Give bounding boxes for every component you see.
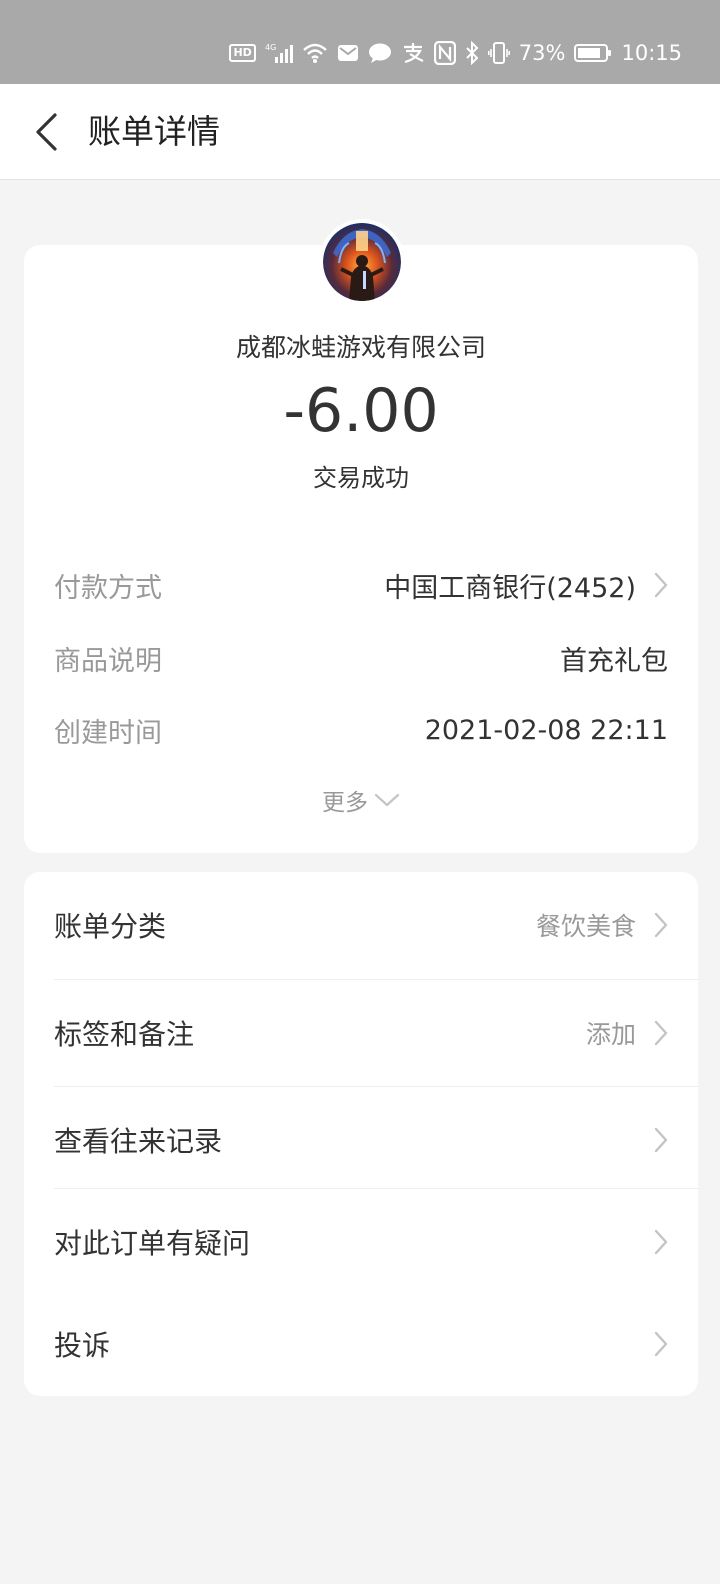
menu-label: 对此订单有疑问 [54, 1227, 251, 1260]
vibrate-icon [487, 41, 510, 65]
more-toggle[interactable]: 更多 [24, 783, 698, 817]
detail-label: 商品说明 [54, 645, 162, 677]
page-title: 账单详情 [88, 112, 220, 151]
chevron-right-icon [654, 572, 668, 598]
chevron-right-icon [654, 1331, 668, 1357]
chevron-right-icon [654, 912, 668, 938]
detail-label: 创建时间 [54, 717, 162, 749]
chevron-right-icon [654, 1229, 668, 1255]
divider [54, 1188, 698, 1189]
transaction-status: 交易成功 [313, 464, 409, 492]
nav-bar: 账单详情 [0, 84, 720, 180]
bill-category-row[interactable]: 账单分类 餐饮美食 [54, 895, 668, 955]
wifi-icon [302, 42, 328, 64]
status-bar: HD 4G 73% 10:15 [0, 0, 720, 84]
menu-label: 账单分类 [54, 910, 167, 943]
message-icon [368, 42, 392, 64]
created-time-row: 创建时间 2021-02-08 22:11 [54, 710, 668, 750]
divider [54, 979, 698, 980]
menu-value: 餐饮美食 [535, 912, 636, 941]
menu-label: 标签和备注 [54, 1018, 195, 1051]
menu-label: 投诉 [54, 1329, 111, 1362]
status-icons: HD 4G 73% 10:15 [229, 38, 682, 68]
detail-value: 2021-02-08 22:11 [424, 714, 668, 746]
back-arrow-icon [36, 113, 57, 151]
more-label: 更多 [322, 790, 368, 816]
bluetooth-icon [465, 41, 479, 65]
detail-value: 中国工商银行(2452) [384, 572, 636, 604]
view-records-row[interactable]: 查看往来记录 [54, 1110, 668, 1170]
product-description-row: 商品说明 首充礼包 [54, 638, 668, 678]
detail-label: 付款方式 [54, 572, 162, 604]
signal-4g-icon: 4G [265, 42, 293, 64]
chevron-right-icon [654, 1127, 668, 1153]
menu-value: 添加 [585, 1020, 636, 1049]
menu-label: 查看往来记录 [54, 1125, 223, 1158]
payment-method-row[interactable]: 付款方式 中国工商银行(2452) [54, 565, 668, 605]
detail-value: 首充礼包 [560, 645, 668, 677]
merchant-logo-icon [323, 223, 401, 301]
alipay-icon [401, 42, 425, 64]
merchant-avatar[interactable] [319, 219, 405, 305]
tags-notes-row[interactable]: 标签和备注 添加 [54, 1003, 668, 1063]
transaction-amount: -6.00 [283, 376, 439, 446]
divider [54, 1086, 698, 1087]
back-button[interactable] [24, 106, 68, 158]
transaction-card: 成都冰蛙游戏有限公司 -6.00 交易成功 付款方式 中国工商银行(2452) … [24, 219, 698, 853]
battery-icon [574, 43, 612, 63]
battery-percent: 73% [518, 41, 566, 65]
actions-card: 账单分类 餐饮美食 标签和备注 添加 查看往来记录 对此订单有疑问 投诉 [24, 872, 698, 1396]
mail-icon [337, 43, 359, 63]
chevron-right-icon [654, 1020, 668, 1046]
clock: 10:15 [621, 41, 682, 65]
chevron-down-icon [374, 792, 400, 808]
svg-text:4G: 4G [265, 43, 276, 52]
order-question-row[interactable]: 对此订单有疑问 [54, 1212, 668, 1272]
complaint-row[interactable]: 投诉 [54, 1314, 668, 1374]
hd-icon: HD [229, 44, 256, 62]
nfc-icon [433, 41, 456, 65]
merchant-name: 成都冰蛙游戏有限公司 [235, 333, 486, 362]
